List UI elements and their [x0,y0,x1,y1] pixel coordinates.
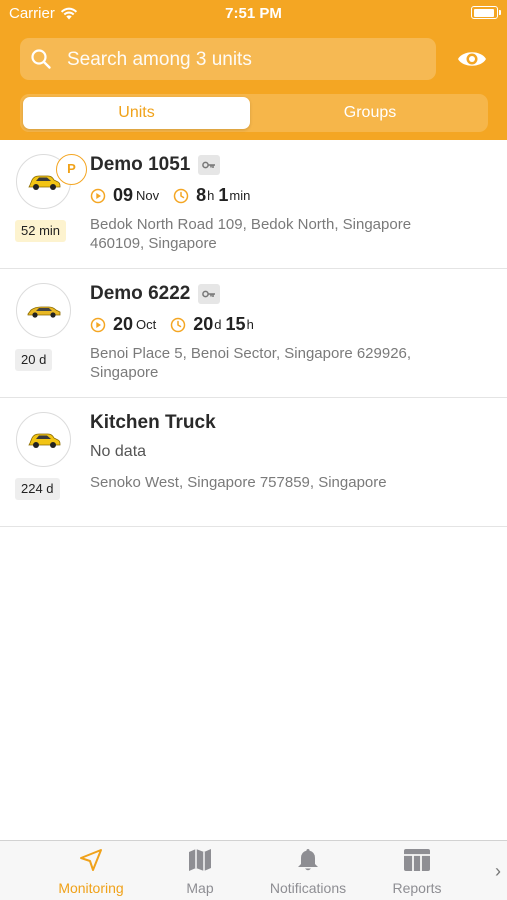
search-placeholder: Search among 3 units [67,49,252,70]
last-message-age-badge: 224 d [15,478,60,500]
unit-address: Bedok North Road 109, Bedok North, Singa… [90,216,412,252]
unit-row[interactable]: 20 d Demo 6222 20 Oct 20 d 15 h Benoi Pl… [0,269,507,398]
clock-icon [171,317,186,332]
date-month: Nov [136,188,160,203]
duration-unit-b: h [246,317,254,332]
reports-table-icon [404,849,430,871]
duration-unit-a: h [207,188,215,203]
duration-value-b: 15 [225,314,246,334]
map-icon [189,849,211,871]
tab-map[interactable]: Map [170,846,230,898]
date-day: 20 [113,314,134,334]
clock-icon [173,188,189,203]
navigation-arrow-icon [80,849,102,871]
date-month: Oct [136,317,157,332]
header: Carrier 7:51 PM Search among 3 units Uni… [0,0,507,140]
battery-icon [471,6,501,19]
duration-value-a: 8 [196,185,207,205]
search-input[interactable]: Search among 3 units [20,38,436,80]
play-circle-icon [90,317,106,332]
car-icon [27,433,60,448]
unit-avatar [16,412,71,467]
trip-info: 20 Oct 20 d 15 h [90,314,254,335]
no-data-status: No data [90,443,147,460]
duration-unit-a: d [214,317,222,332]
bell-icon [298,849,318,871]
tab-groups[interactable]: Groups [255,97,485,129]
tab-reports[interactable]: Reports [383,846,451,898]
unit-avatar [16,283,71,338]
search-icon [31,49,51,69]
status-time: 7:51 PM [225,5,282,22]
units-list: P 52 min Demo 1051 09 Nov 8 h 1 min Bedo… [0,140,507,527]
tab-notifications[interactable]: Notifications [258,846,358,898]
key-icon [198,155,221,175]
unit-address: Senoko West, Singapore 757859, Singapore [90,474,387,491]
key-icon [198,284,221,304]
unit-address: Benoi Place 5, Benoi Sector, Singapore 6… [90,345,412,381]
trip-info: 09 Nov 8 h 1 min [90,185,250,206]
unit-row[interactable]: P 52 min Demo 1051 09 Nov 8 h 1 min Bedo… [0,140,507,269]
unit-name: Kitchen Truck [90,412,216,433]
tab-units[interactable]: Units [23,97,250,129]
duration-unit-b: min [229,188,251,203]
tab-label: Monitoring [58,880,124,896]
unit-row[interactable]: 224 d Kitchen Truck No data Senoko West,… [0,398,507,527]
tab-label: Notifications [269,880,347,896]
bottom-tab-bar: Monitoring Map Notifications Reports › [0,840,507,900]
duration-value-a: 20 [193,314,214,334]
tab-label: Reports [392,880,442,896]
last-message-age-badge: 20 d [15,349,53,371]
last-message-age-badge: 52 min [15,220,67,242]
visibility-eye-icon[interactable] [456,45,488,73]
tab-monitoring[interactable]: Monitoring [45,846,137,898]
units-groups-segmented-control: Units Groups [20,94,488,132]
date-day: 09 [113,185,134,205]
unit-name: Demo 6222 [90,283,191,304]
duration-value-b: 1 [218,185,229,205]
car-icon [27,306,60,318]
parked-badge: P [56,154,87,185]
play-circle-icon [90,188,106,203]
unit-name: Demo 1051 [90,154,191,175]
car-icon [27,175,60,190]
tab-label: Map [186,880,214,896]
status-bar: Carrier 7:51 PM [0,0,507,28]
more-chevron-icon[interactable]: › [495,861,501,882]
